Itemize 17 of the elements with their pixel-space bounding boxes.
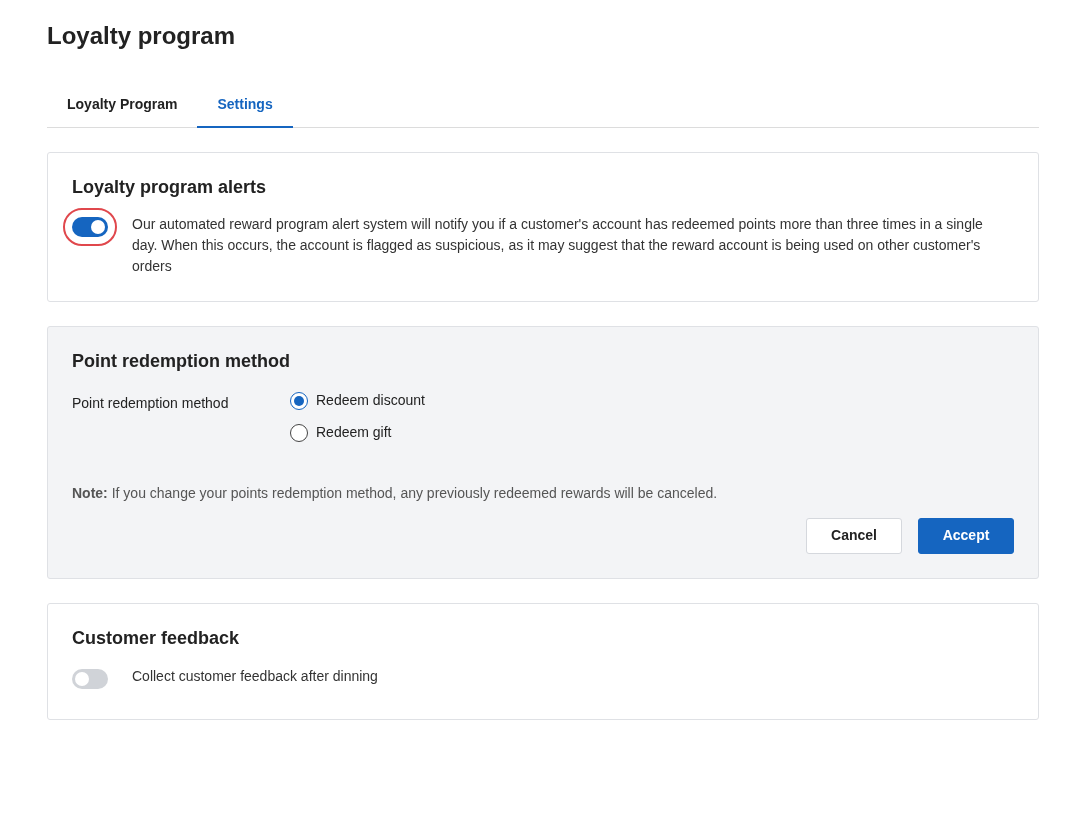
radio-button[interactable] [290, 424, 308, 442]
option-label: Redeem discount [316, 391, 425, 411]
section-title: Loyalty program alerts [72, 176, 268, 199]
option-label: Redeem gift [316, 423, 392, 443]
section-title: Customer feedback [72, 628, 241, 650]
field-label: Point redemption method [72, 394, 230, 413]
note-text: Note: If you change your points redemption method, any previously redeemed rewards will be canceled. [72, 484, 719, 503]
section-title: Point redemption method [72, 351, 291, 373]
description-text: Our automated reward program alert system will notify you if a customer's account has redeemed points more than three times in a single day. When this occurs, the account is flagged as suspicious, as it may suggest that the reward account is being used on other customer's orders [132, 215, 984, 277]
cancel-button[interactable]: Cancel [806, 518, 902, 554]
accept-button[interactable]: Accept [918, 518, 1014, 554]
page-title: Loyalty program [47, 22, 237, 51]
radio-button[interactable] [290, 392, 308, 410]
description-text: Collect customer feedback after dinning [132, 666, 378, 686]
tab[interactable]: Settings [197, 84, 293, 128]
tab[interactable]: Loyalty Program [47, 84, 198, 128]
toggle-switch[interactable] [72, 668, 108, 689]
